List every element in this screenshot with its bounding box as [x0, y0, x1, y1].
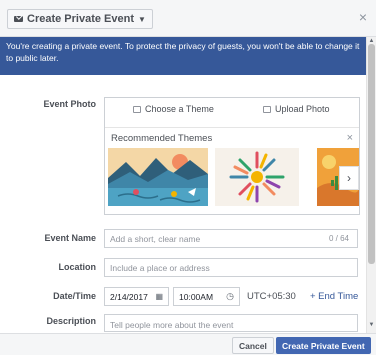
theme-icon	[133, 105, 141, 113]
datetime-label: Date/Time	[53, 291, 96, 301]
calendar-icon[interactable]: ▦	[155, 292, 163, 301]
recommended-themes-title: Recommended Themes	[111, 133, 213, 144]
close-icon[interactable]: ×	[359, 10, 367, 24]
description-placeholder: Tell people more about the event	[110, 320, 234, 330]
description-label: Description	[46, 316, 96, 326]
themes-next-button[interactable]: ›	[339, 166, 359, 190]
clock-icon[interactable]: ◷	[226, 291, 234, 302]
description-input[interactable]: Tell people more about the event	[104, 314, 358, 332]
theme-thumbnail[interactable]	[108, 148, 208, 206]
scrollbar-thumb[interactable]	[368, 44, 375, 264]
cancel-button[interactable]: Cancel	[232, 337, 274, 354]
scroll-down-arrow-icon[interactable]: ▼	[368, 322, 375, 328]
date-value: 2/14/2017	[110, 291, 148, 302]
timezone-label: UTC+05:30	[247, 291, 296, 302]
event-name-input[interactable]: Add a short, clear name 0 / 64	[104, 229, 358, 248]
event-name-placeholder: Add a short, clear name	[110, 233, 201, 244]
create-private-event-button[interactable]: Create Private Event	[276, 337, 371, 354]
dialog-footer: Cancel Create Private Event	[0, 333, 376, 355]
dialog-header: Create Private Event ▼ ×	[0, 0, 376, 37]
event-photo-box: Choose a Theme Upload Photo Recommended …	[104, 97, 360, 215]
recommended-themes-bar: Recommended Themes ×	[105, 127, 359, 148]
theme-thumbnail[interactable]	[215, 148, 299, 206]
upload-photo-label: Upload Photo	[275, 104, 330, 114]
date-input[interactable]: 2/14/2017 ▦	[104, 287, 169, 306]
privacy-notice-text: You're creating a private event. To prot…	[6, 41, 360, 63]
location-input[interactable]: Include a place or address	[104, 258, 358, 277]
location-label: Location	[58, 262, 97, 272]
lake-landscape-illustration	[108, 148, 208, 206]
event-name-char-counter: 0 / 64	[328, 234, 349, 243]
radial-pattern-illustration	[215, 148, 299, 206]
choose-theme-label: Choose a Theme	[145, 104, 214, 114]
create-event-dialog: Create Private Event ▼ × You're creating…	[0, 0, 376, 355]
time-value: 10:00AM	[179, 291, 214, 302]
upload-photo-button[interactable]: Upload Photo	[263, 104, 330, 114]
caret-down-icon: ▼	[138, 14, 146, 24]
event-type-dropdown[interactable]: Create Private Event ▼	[7, 9, 153, 29]
event-type-label: Create Private Event	[27, 13, 134, 25]
choose-theme-button[interactable]: Choose a Theme	[133, 104, 214, 114]
privacy-notice-banner: You're creating a private event. To prot…	[0, 37, 366, 75]
time-input[interactable]: 10:00AM ◷	[173, 287, 240, 306]
event-photo-label: Event Photo	[43, 99, 96, 109]
add-end-time-link[interactable]: + End Time	[310, 291, 358, 302]
chevron-right-icon: ›	[347, 171, 351, 185]
event-name-label: Event Name	[44, 233, 96, 243]
location-placeholder: Include a place or address	[110, 262, 210, 273]
envelope-icon	[14, 16, 23, 22]
themes-close-icon[interactable]: ×	[347, 132, 353, 144]
camera-icon	[263, 105, 271, 113]
